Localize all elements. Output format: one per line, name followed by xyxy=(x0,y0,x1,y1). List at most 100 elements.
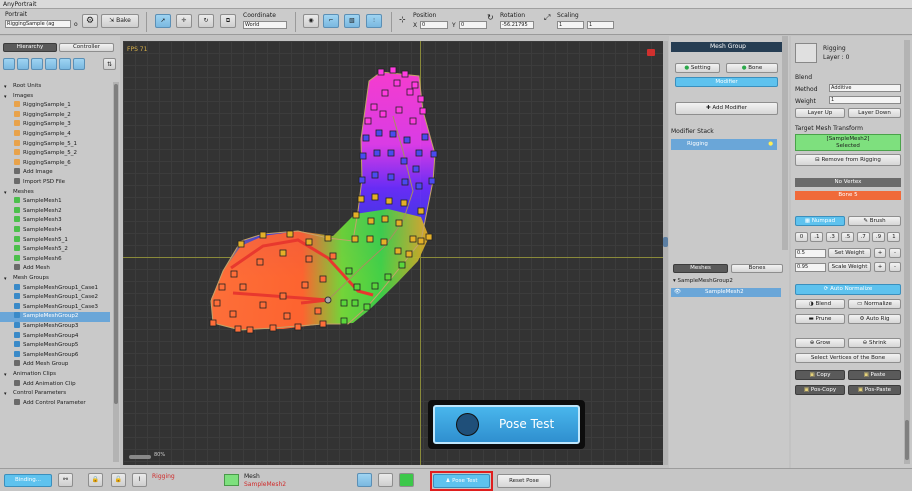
tree-item[interactable]: SampleMeshGroup1_Case2 xyxy=(0,293,110,303)
weight-plus-button[interactable]: + xyxy=(874,248,886,258)
zoom-slider[interactable] xyxy=(129,455,151,459)
viewport-vscroll[interactable] xyxy=(663,41,668,465)
coordinate-select[interactable]: World xyxy=(243,21,287,29)
tree-add-item[interactable]: Add Control Parameter xyxy=(0,398,110,409)
layer-up-button[interactable]: Layer Up xyxy=(795,108,845,118)
sort-icon[interactable]: ⇅ xyxy=(103,58,116,70)
view-color-icon[interactable] xyxy=(399,473,414,487)
num-button[interactable]: 0 xyxy=(795,232,808,242)
tree-item[interactable]: RiggingSample_2 xyxy=(0,110,110,121)
bone-view-button[interactable]: ⌐ xyxy=(323,14,339,28)
tree-section[interactable]: ▾ Animation Clips xyxy=(0,370,110,380)
tree-item[interactable]: SampleMesh5_2 xyxy=(0,245,110,255)
filter-mesh-icon[interactable] xyxy=(31,58,43,70)
pos-copy-button[interactable]: ▣ Pos-Copy xyxy=(795,385,845,395)
unlink-icon[interactable]: ⚯ xyxy=(58,473,73,487)
tree-item[interactable]: SampleMeshGroup5 xyxy=(0,341,110,351)
rig-view-button[interactable]: ⫶ xyxy=(366,14,382,28)
tree-item[interactable]: SampleMeshGroup6 xyxy=(0,350,110,361)
tree-section[interactable]: ▾ Control Parameters xyxy=(0,389,110,399)
tree-item[interactable]: RiggingSample_3 xyxy=(0,120,110,130)
tree-item[interactable]: SampleMesh2 xyxy=(0,206,110,217)
mid-scrollbar[interactable] xyxy=(782,36,788,250)
tree-item[interactable]: SampleMeshGroup3 xyxy=(0,322,110,332)
pose-test-button[interactable]: ♟ Pose Test xyxy=(433,474,490,488)
num-button[interactable]: .9 xyxy=(872,232,885,242)
rotation-field[interactable]: -56.21795 xyxy=(500,21,534,29)
shrink-button[interactable]: ⊖ Shrink xyxy=(848,338,901,348)
pos-y-field[interactable]: 0 xyxy=(459,21,487,29)
binding-button[interactable]: Binding... xyxy=(4,474,52,487)
view-bone-icon[interactable] xyxy=(378,473,393,487)
brush-button[interactable]: ✎ Brush xyxy=(848,216,901,226)
scale-minus-button[interactable]: - xyxy=(889,262,901,272)
pos-x-field[interactable]: 0 xyxy=(420,21,448,29)
tree-group-row[interactable]: ▾ SampleMeshGroup2 xyxy=(673,278,733,284)
scale-x-field[interactable]: 1 xyxy=(557,21,584,29)
filter-image-icon[interactable] xyxy=(17,58,29,70)
filter-param-icon[interactable] xyxy=(73,58,85,70)
canvas-viewport[interactable]: FPS 71 80% Pose Test xyxy=(123,41,663,465)
select-tool-button[interactable]: ➚ xyxy=(155,14,171,28)
weight-minus-button[interactable]: - xyxy=(889,248,901,258)
tree-mesh-row[interactable]: 👁 SampleMesh2 xyxy=(671,288,781,297)
modifier-rigging-item[interactable]: Rigging ● xyxy=(671,139,777,150)
select-vertices-button[interactable]: Select Vertices of the Bone xyxy=(795,353,901,363)
tab-controller[interactable]: Controller xyxy=(59,43,114,52)
auto-normalize-button[interactable]: ⟳ Auto Normalize xyxy=(795,284,901,295)
prune-button[interactable]: ▬ Prune xyxy=(795,314,845,324)
settings-button[interactable]: ⚙ xyxy=(82,14,98,28)
lightbulb-icon[interactable]: ● xyxy=(768,139,773,150)
tree-add-item[interactable]: Add Mesh Group xyxy=(0,360,110,370)
pos-paste-button[interactable]: ▣ Pos-Paste xyxy=(848,385,901,395)
tree-item[interactable]: SampleMesh4 xyxy=(0,226,110,236)
inspector-scrollbar[interactable] xyxy=(904,40,910,464)
bone-button[interactable]: ● Bone xyxy=(726,63,778,73)
set-weight-field[interactable]: 0.5 xyxy=(795,249,826,258)
move-tool-button[interactable]: ✛ xyxy=(176,14,192,28)
remove-rigging-button[interactable]: ⊟ Remove from Rigging xyxy=(795,154,901,166)
add-modifier-button[interactable]: ✚ Add Modifier xyxy=(675,102,778,115)
tree-add-item[interactable]: Add Mesh xyxy=(0,264,110,274)
view-mesh-icon[interactable] xyxy=(357,473,372,487)
tree-item[interactable]: SampleMeshGroup4 xyxy=(0,331,110,342)
tree-add-item[interactable]: Add Animation Clip xyxy=(0,379,110,390)
tree-item[interactable]: RiggingSample_5_1 xyxy=(0,139,110,150)
tab-meshes[interactable]: Meshes xyxy=(673,264,728,273)
lock-open-icon[interactable]: 🔓 xyxy=(111,473,126,487)
tab-bones[interactable]: Bones xyxy=(731,264,783,273)
tree-item[interactable]: SampleMesh1 xyxy=(0,197,110,207)
tree-item[interactable]: SampleMesh5_1 xyxy=(0,235,110,246)
copy-button[interactable]: ▣ Copy xyxy=(795,370,845,380)
blend-button[interactable]: ◑ Blend xyxy=(795,299,845,309)
tree-item[interactable]: RiggingSample_4 xyxy=(0,130,110,140)
num-button[interactable]: .3 xyxy=(825,232,839,242)
method-select[interactable]: Additive xyxy=(829,84,901,92)
tree-section[interactable]: ▾ Meshes xyxy=(0,188,110,198)
grow-button[interactable]: ⊕ Grow xyxy=(795,338,845,348)
bake-button[interactable]: ⇲ Bake xyxy=(101,14,139,28)
rotate-tool-button[interactable]: ↻ xyxy=(198,14,214,28)
tree-item[interactable]: SampleMeshGroup1_Case1 xyxy=(0,283,110,294)
tree-section[interactable]: ▾ Root Units xyxy=(0,82,110,92)
tree-item[interactable]: RiggingSample_6 xyxy=(0,158,110,169)
filter-group-icon[interactable] xyxy=(45,58,57,70)
eye-icon[interactable]: 👁 xyxy=(674,288,681,297)
set-weight-button[interactable]: Set Weight xyxy=(828,248,871,258)
lock-icon[interactable]: 🔒 xyxy=(88,473,103,487)
num-button[interactable]: .1 xyxy=(810,232,824,242)
num-button[interactable]: 1 xyxy=(887,232,901,242)
mesh-view-button[interactable]: ▧ xyxy=(344,14,360,28)
tab-hierarchy[interactable]: Hierarchy xyxy=(3,43,57,52)
filter-root-icon[interactable] xyxy=(3,58,15,70)
num-button[interactable]: .7 xyxy=(856,232,870,242)
pose-test-big-button[interactable]: Pose Test xyxy=(433,405,580,444)
tree-item[interactable]: SampleMeshGroup2 xyxy=(0,312,110,322)
modifier-button[interactable]: Modifier xyxy=(675,77,778,87)
num-button[interactable]: .5 xyxy=(841,232,855,242)
reset-pose-button[interactable]: Reset Pose xyxy=(497,474,551,488)
tree-item[interactable]: SampleMeshGroup1_Case3 xyxy=(0,302,110,313)
filter-anim-icon[interactable] xyxy=(59,58,71,70)
layer-down-button[interactable]: Layer Down xyxy=(848,108,901,118)
tree-item[interactable]: RiggingSample_5_2 xyxy=(0,149,110,159)
